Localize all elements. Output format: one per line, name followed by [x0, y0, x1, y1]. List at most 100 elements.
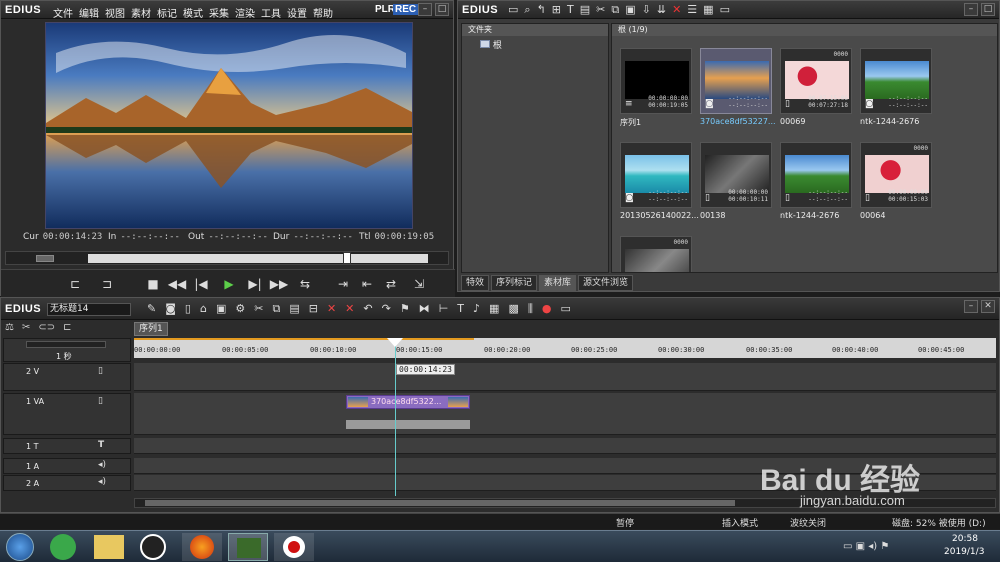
- effect-icon[interactable]: ✎: [147, 302, 156, 316]
- track-header-1va[interactable]: 1 VA ▯: [3, 393, 131, 435]
- bin-menu-icon[interactable]: ▭: [720, 3, 730, 17]
- clock-time[interactable]: 20:58: [952, 534, 978, 544]
- step-back-icon[interactable]: |◀: [191, 275, 211, 293]
- menu-clip[interactable]: 素材: [131, 5, 151, 20]
- view-icon[interactable]: ▦: [703, 3, 713, 17]
- set-in-icon[interactable]: ⊏: [65, 275, 85, 293]
- tab-sequence[interactable]: 序列1: [134, 322, 168, 336]
- minimize-icon[interactable]: –: [418, 3, 432, 16]
- delete-icon[interactable]: ✕: [672, 3, 681, 17]
- clip-item[interactable]: ◙ --:--:--:-- --:--:--:-- 20130526140022…: [620, 142, 699, 220]
- up-folder-icon[interactable]: ↰: [537, 3, 546, 17]
- marker-icon[interactable]: ⚑: [400, 302, 410, 316]
- timescale-value[interactable]: 1 秒: [56, 351, 72, 362]
- new-icon[interactable]: ▯: [185, 302, 191, 316]
- track-lock-icon[interactable]: ▯: [98, 396, 103, 406]
- split-icon[interactable]: ⊢: [439, 302, 449, 316]
- add-to-timeline-icon[interactable]: ⇊: [657, 3, 666, 17]
- menu-edit[interactable]: 编辑: [79, 5, 99, 20]
- cursor-head-icon[interactable]: [387, 338, 403, 347]
- search-icon[interactable]: ⌕: [524, 3, 530, 17]
- output-icon[interactable]: ▭: [561, 302, 571, 316]
- clip-item[interactable]: 0000 ▯ 00:00:00:00 00:00:15:03 00064: [860, 142, 932, 220]
- open-icon[interactable]: ⌂: [200, 302, 207, 316]
- delete-icon[interactable]: ✕: [345, 302, 354, 316]
- rec-toggle[interactable]: REC: [393, 4, 419, 15]
- track-header-2a[interactable]: 2 A ◂): [3, 475, 131, 491]
- redo-icon[interactable]: ↷: [382, 302, 391, 316]
- step-forward-icon[interactable]: ▶|: [245, 275, 265, 293]
- track-header-2v[interactable]: 2 V ▯: [3, 363, 131, 391]
- speaker-icon[interactable]: ◂): [98, 460, 106, 470]
- fast-forward-icon[interactable]: ▶▶: [269, 275, 289, 293]
- time-ruler[interactable]: 00:00:00:00 00:00:05:00 00:00:10:00 00:0…: [134, 338, 996, 358]
- speaker-icon[interactable]: ◂): [98, 477, 106, 487]
- menu-tools[interactable]: 工具: [261, 5, 281, 20]
- minimize-icon[interactable]: –: [964, 300, 978, 313]
- taskbar-edius[interactable]: [228, 533, 268, 561]
- tab-sequence-markers[interactable]: 序列标记: [491, 275, 538, 291]
- clip-item[interactable]: 0000: [620, 236, 692, 272]
- menu-marker[interactable]: 标记: [157, 5, 177, 20]
- maximize-icon[interactable]: □: [981, 3, 995, 16]
- title-icon[interactable]: T: [567, 3, 574, 17]
- tab-bin[interactable]: 素材库: [539, 275, 577, 291]
- new-sequence-icon[interactable]: ▤: [580, 3, 590, 17]
- minimize-icon[interactable]: –: [964, 3, 978, 16]
- mic-icon[interactable]: ♪: [473, 302, 480, 316]
- settings-icon[interactable]: ⚙: [235, 302, 245, 316]
- trim-icon[interactable]: ⧓: [419, 302, 430, 316]
- track-1t[interactable]: [134, 438, 996, 454]
- taskbar-recorder[interactable]: [274, 533, 314, 561]
- timeline-clip[interactable]: 370ace8df5322...: [346, 395, 470, 409]
- tab-source-browser[interactable]: 源文件浏览: [578, 275, 634, 291]
- position-slider[interactable]: [343, 252, 351, 264]
- mixer-icon[interactable]: ⫼: [528, 302, 533, 316]
- menu-render[interactable]: 渲染: [235, 5, 255, 20]
- properties-icon[interactable]: ☰: [687, 3, 697, 17]
- track-1va[interactable]: 370ace8df5322...: [134, 393, 996, 435]
- copy-icon[interactable]: ⧉: [272, 302, 280, 316]
- clip-item[interactable]: ≡ 00:00:00:00 00:00:19:05 序列1: [620, 48, 692, 127]
- folder-icon[interactable]: ▭: [508, 3, 518, 17]
- cut-icon[interactable]: ✂: [254, 302, 263, 316]
- clip-item[interactable]: ▯ 00:00:00:00 00:00:10:11 00138: [700, 142, 772, 220]
- scrollbar-thumb[interactable]: [145, 500, 735, 506]
- track-2v[interactable]: [134, 363, 996, 391]
- menu-help[interactable]: 帮助: [313, 5, 333, 20]
- menu-settings[interactable]: 设置: [287, 5, 307, 20]
- add-clip-icon[interactable]: ⊞: [552, 3, 561, 17]
- paste-icon[interactable]: ▤: [289, 302, 299, 316]
- audio-clip[interactable]: [346, 420, 470, 429]
- qq-icon[interactable]: [140, 534, 166, 560]
- ripple-delete-icon[interactable]: ✕: [327, 302, 336, 316]
- replace-icon[interactable]: ⇄: [381, 275, 401, 293]
- track-header-1a[interactable]: 1 A ◂): [3, 458, 131, 474]
- paste-icon[interactable]: ▣: [625, 3, 635, 17]
- group-icon[interactable]: ⊟: [309, 302, 318, 316]
- copy-icon[interactable]: ⧉: [611, 3, 619, 17]
- tree-root[interactable]: 根: [480, 38, 502, 51]
- maximize-icon[interactable]: □: [435, 3, 449, 16]
- link-icon[interactable]: ⊂⊃: [38, 322, 55, 333]
- clock-date[interactable]: 2019/1/3: [944, 547, 984, 557]
- insert-icon[interactable]: ⇥: [333, 275, 353, 293]
- set-out-icon[interactable]: ⊐: [97, 275, 117, 293]
- grid-icon[interactable]: ▩: [508, 302, 518, 316]
- send-to-player-icon[interactable]: ⇩: [642, 3, 651, 17]
- zoom-slider[interactable]: [26, 341, 106, 348]
- stop-icon[interactable]: ■: [143, 275, 163, 293]
- rewind-icon[interactable]: ◀◀: [167, 275, 187, 293]
- mode-icon[interactable]: ⚖: [5, 322, 14, 333]
- undo-icon[interactable]: ↶: [363, 302, 372, 316]
- menu-file[interactable]: 文件: [53, 5, 73, 20]
- menu-mode[interactable]: 模式: [183, 5, 203, 20]
- start-button[interactable]: [6, 533, 34, 561]
- title-icon[interactable]: T: [457, 302, 464, 316]
- clip-item[interactable]: 0000 ▯ 00:07:15:06 00:07:27:18 00069: [780, 48, 852, 126]
- export-icon[interactable]: ⇲: [409, 275, 429, 293]
- play-icon[interactable]: ▶: [219, 275, 239, 293]
- snap-icon[interactable]: ✂: [22, 322, 30, 333]
- tab-effects[interactable]: 特效: [461, 275, 490, 291]
- loop-icon[interactable]: ⇆: [295, 275, 315, 293]
